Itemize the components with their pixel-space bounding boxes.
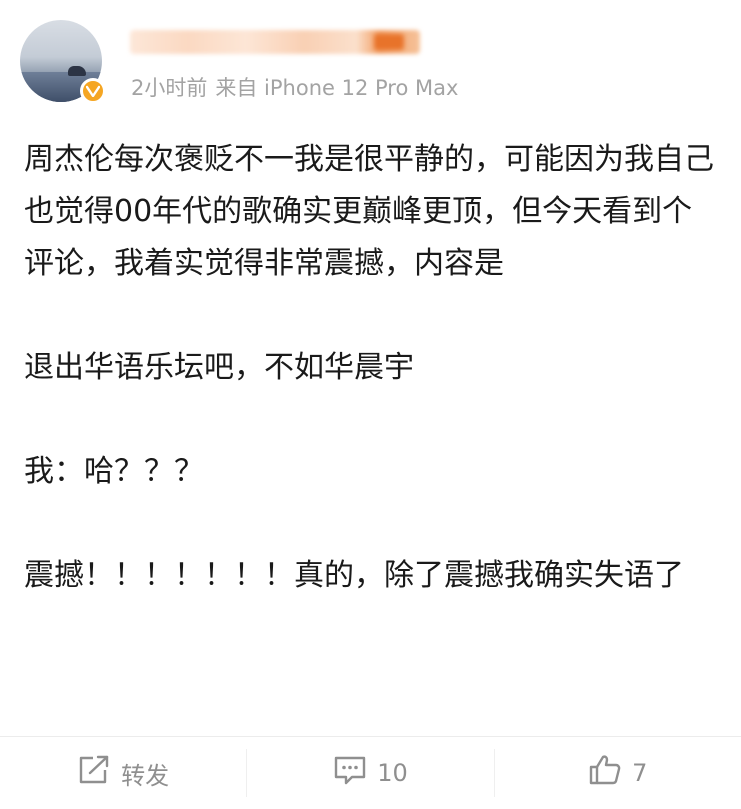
username-redacted[interactable] (130, 30, 420, 54)
post-paragraph: 我：哈？？？ (24, 454, 204, 489)
post-content: 周杰伦每次褒贬不一我是很平静的，可能因为我自己也觉得00年代的歌确实更巅峰更顶，… (24, 134, 714, 602)
weibo-post: 2小时前 来自 iPhone 12 Pro Max 周杰伦每次褒贬不一我是很平静的… (0, 0, 741, 809)
post-action-bar: 转发 10 7 (0, 736, 741, 809)
post-header: 2小时前 来自 iPhone 12 Pro Max (0, 0, 741, 112)
repost-label: 转发 (121, 761, 170, 790)
comment-button[interactable]: 10 (247, 737, 493, 809)
post-paragraph: 周杰伦每次褒贬不一我是很平静的，可能因为我自己也觉得00年代的歌确实更巅峰更顶，… (24, 142, 714, 281)
share-icon (77, 755, 121, 791)
like-button[interactable]: 7 (495, 737, 741, 809)
post-paragraph: 退出华语乐坛吧，不如华晨宇 (24, 350, 414, 385)
post-meta: 2小时前 来自 iPhone 12 Pro Max (131, 72, 458, 102)
comment-count: 10 (377, 759, 408, 787)
post-time: 2小时前 (131, 76, 208, 100)
like-count: 7 (632, 759, 648, 787)
thumbs-up-icon (588, 754, 632, 792)
post-paragraph: 震撼！！！！！！！真的，除了震撼我确实失语了 (24, 558, 684, 593)
username-redacted-mark (374, 34, 404, 50)
comment-icon (333, 755, 377, 791)
verified-badge-icon (80, 78, 106, 104)
avatar-rock (68, 66, 86, 76)
post-source[interactable]: 来自 iPhone 12 Pro Max (215, 76, 458, 100)
repost-button[interactable]: 转发 (0, 737, 246, 809)
